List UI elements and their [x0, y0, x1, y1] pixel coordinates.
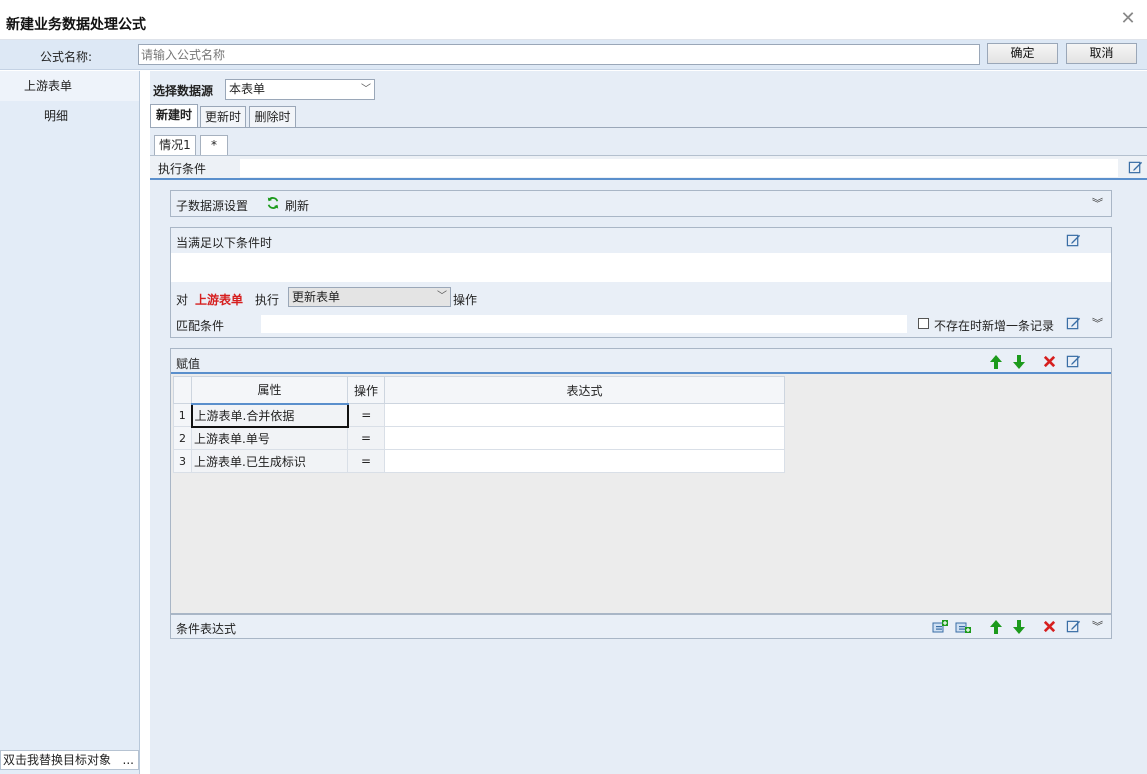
- expression-cell[interactable]: [384, 426, 785, 450]
- chevron-down-icon: ﹀: [437, 291, 447, 302]
- operation-cell[interactable]: =: [347, 426, 385, 450]
- data-source-select[interactable]: 本表单 ﹀: [225, 79, 375, 100]
- data-source-value: 本表单: [229, 82, 266, 96]
- table-row[interactable]: 2 上游表单.单号 =: [173, 426, 785, 450]
- chevron-down-icon: ﹀: [361, 84, 371, 95]
- row-number: 3: [173, 449, 192, 473]
- execute-condition-row: 执行条件: [150, 155, 1147, 180]
- cancel-button[interactable]: 取消: [1066, 43, 1137, 64]
- table-row[interactable]: 3 上游表单.已生成标识 =: [173, 449, 785, 473]
- edit-icon[interactable]: [1128, 160, 1144, 176]
- row-number-header: [173, 376, 192, 404]
- condition-expression-title: 条件表达式: [176, 622, 237, 636]
- add-if-missing-checkbox[interactable]: [918, 318, 929, 329]
- delete-icon[interactable]: [1042, 619, 1058, 635]
- refresh-icon[interactable]: [266, 196, 282, 212]
- edit-icon[interactable]: [1066, 233, 1082, 249]
- close-icon[interactable]: ✕: [1119, 10, 1137, 28]
- assignment-header: [171, 349, 1111, 374]
- move-up-icon[interactable]: [989, 354, 1005, 370]
- expand-chevron-icon[interactable]: ︾: [1092, 620, 1103, 634]
- assignment-panel: 赋值 属性 操作 表达式 1 上游表单.合并依据 = 2 上游表单.单号 = 3…: [170, 348, 1112, 614]
- execute-condition-input[interactable]: [240, 159, 1118, 177]
- tab-on-create[interactable]: 新建时: [150, 104, 198, 128]
- move-up-icon[interactable]: [989, 619, 1005, 635]
- main-area: 选择数据源 本表单 ﹀ 新建时 更新时 删除时 情况1 * 执行条件 子数据源设…: [150, 71, 1147, 774]
- sidebar-item-detail[interactable]: 明细: [0, 101, 139, 131]
- data-source-label: 选择数据源: [153, 84, 214, 98]
- refresh-button[interactable]: 刷新: [285, 197, 309, 214]
- row-number: 1: [173, 403, 192, 427]
- more-button[interactable]: ...: [123, 751, 134, 769]
- sidebar-item-upstream-form[interactable]: 上游表单: [0, 71, 139, 101]
- when-conditions-panel: 当满足以下条件时 对 上游表单 执行 更新表单 ﹀ 操作 匹配条件 不存在时新增…: [170, 227, 1112, 338]
- action-exec-label: 执行: [255, 293, 280, 307]
- title-bar: 新建业务数据处理公式 ✕: [0, 0, 1147, 40]
- when-conditions-area[interactable]: [171, 253, 1111, 282]
- add-if-missing-label: 不存在时新增一条记录: [934, 319, 1055, 333]
- assignment-table: 属性 操作 表达式 1 上游表单.合并依据 = 2 上游表单.单号 = 3 上游…: [173, 376, 785, 473]
- move-down-icon[interactable]: [1012, 354, 1028, 370]
- assignment-title: 赋值: [176, 357, 201, 371]
- formula-name-input[interactable]: [138, 44, 980, 65]
- edit-icon[interactable]: [1066, 619, 1082, 635]
- insert-expression-icon[interactable]: [955, 619, 971, 635]
- edit-icon[interactable]: [1066, 354, 1082, 370]
- tab-on-delete[interactable]: 删除时: [249, 106, 296, 128]
- match-condition-label: 匹配条件: [176, 319, 225, 333]
- expand-chevron-icon[interactable]: ︾: [1092, 317, 1103, 331]
- column-header-property[interactable]: 属性: [191, 376, 348, 405]
- action-target-label: 上游表单: [195, 293, 244, 307]
- property-cell[interactable]: 上游表单.单号: [191, 426, 348, 450]
- formula-name-bar: 公式名称: 确定 取消: [0, 40, 1147, 70]
- tab-on-update[interactable]: 更新时: [200, 106, 246, 128]
- action-select[interactable]: 更新表单 ﹀: [288, 287, 451, 307]
- execute-condition-label: 执行条件: [158, 162, 207, 176]
- property-cell[interactable]: 上游表单.已生成标识: [191, 449, 348, 473]
- operation-cell[interactable]: =: [347, 449, 385, 473]
- replace-target-field[interactable]: 双击我替换目标对象 ...: [0, 750, 139, 770]
- property-cell[interactable]: 上游表单.合并依据: [190, 402, 349, 428]
- ok-button[interactable]: 确定: [987, 43, 1058, 64]
- expression-cell[interactable]: [384, 449, 785, 473]
- action-prefix-label: 对: [176, 293, 189, 307]
- match-condition-input[interactable]: [261, 315, 907, 333]
- edit-icon[interactable]: [1066, 316, 1082, 332]
- replace-target-text: 双击我替换目标对象: [3, 753, 112, 767]
- column-header-expression[interactable]: 表达式: [384, 376, 785, 404]
- when-conditions-title: 当满足以下条件时: [176, 236, 273, 250]
- sidebar: 上游表单 明细 双击我替换目标对象 ...: [0, 71, 140, 774]
- operation-cell[interactable]: =: [347, 403, 385, 427]
- sub-datasource-panel: 子数据源设置 刷新 ︾: [170, 190, 1112, 217]
- tab-add-case[interactable]: *: [200, 135, 228, 155]
- tab-divider: [150, 127, 1147, 128]
- expression-cell[interactable]: [384, 403, 785, 427]
- formula-name-label: 公式名称:: [40, 50, 93, 64]
- action-select-value: 更新表单: [292, 290, 341, 304]
- table-header-row: 属性 操作 表达式: [173, 376, 785, 405]
- expand-chevron-icon[interactable]: ︾: [1092, 197, 1103, 211]
- move-down-icon[interactable]: [1012, 619, 1028, 635]
- table-row[interactable]: 1 上游表单.合并依据 =: [173, 402, 785, 428]
- action-suffix-label: 操作: [453, 293, 478, 307]
- tab-case-1[interactable]: 情况1: [154, 135, 196, 155]
- delete-icon[interactable]: [1042, 354, 1058, 370]
- condition-expression-panel: 条件表达式 ︾: [170, 614, 1112, 639]
- window-title: 新建业务数据处理公式: [6, 17, 146, 33]
- sub-datasource-label: 子数据源设置: [176, 199, 249, 213]
- row-number: 2: [173, 426, 192, 450]
- column-header-operation[interactable]: 操作: [347, 376, 385, 404]
- add-expression-icon[interactable]: [932, 619, 948, 635]
